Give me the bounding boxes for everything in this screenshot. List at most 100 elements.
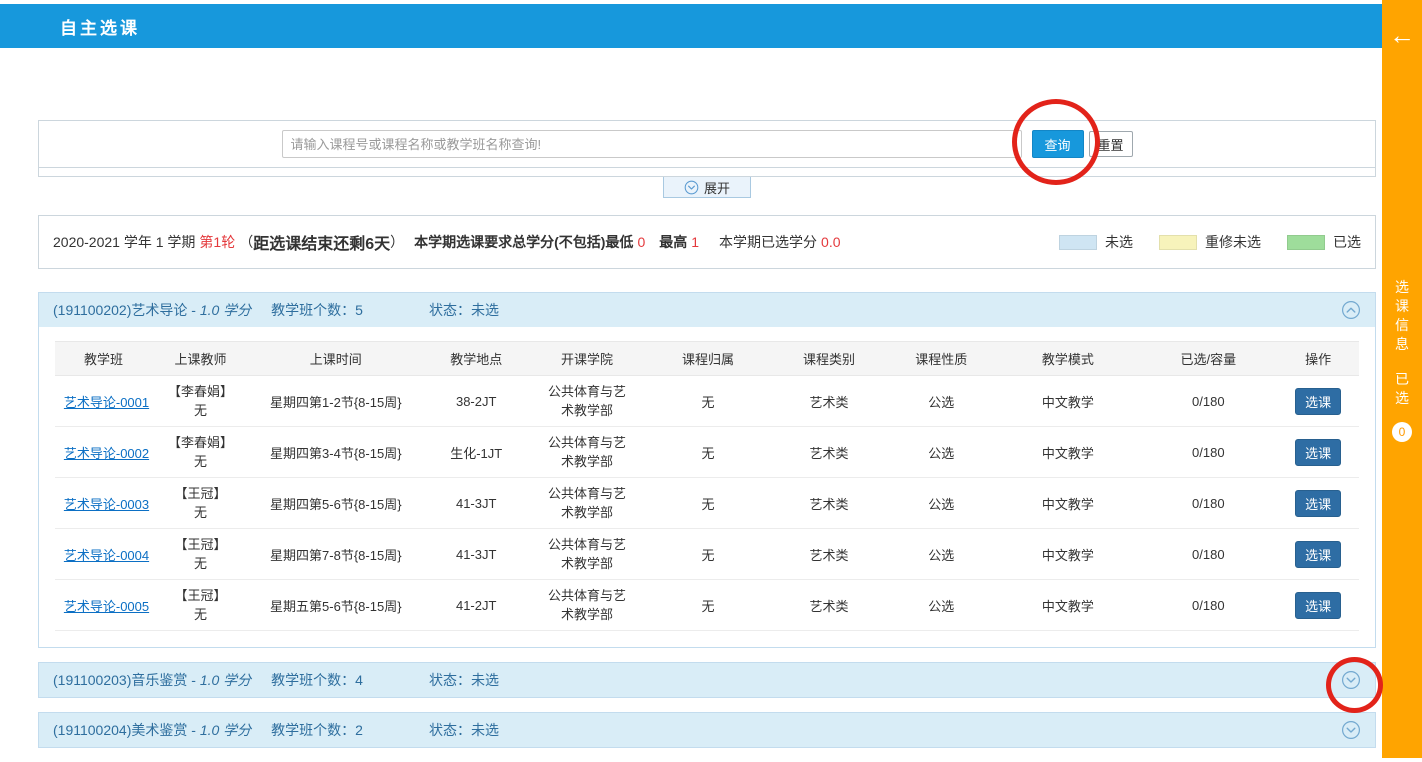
legend-item: 未选 xyxy=(1059,232,1133,252)
course-header-bar[interactable]: (191100204)美术鉴赏 - 1.0 学分教学班个数：2 状态：未选 xyxy=(39,713,1375,747)
sidebar-tab-course-info[interactable]: 选课信息 xyxy=(1394,278,1410,354)
column-header: 课程性质 xyxy=(886,342,996,376)
column-header: 上课时间 xyxy=(249,342,423,376)
select-course-button[interactable]: 选课 xyxy=(1295,541,1341,568)
app-header: 自主选课 xyxy=(0,4,1382,48)
course-header-bar[interactable]: (191100203)音乐鉴赏 - 1.0 学分教学班个数：4状态：未选 xyxy=(39,663,1375,697)
table-cell: 公选 xyxy=(886,478,996,529)
table-cell: 公共体育与艺 术教学部 xyxy=(530,580,644,631)
table-cell: 无 xyxy=(644,427,772,478)
action-cell: 选课 xyxy=(1277,580,1359,631)
select-course-button[interactable]: 选课 xyxy=(1295,592,1341,619)
class-name-cell: 艺术导论-0004 xyxy=(55,529,152,580)
earned-credit-value: 0.0 xyxy=(821,234,840,250)
table-cell: 公共体育与艺 术教学部 xyxy=(530,478,644,529)
select-course-button[interactable]: 选课 xyxy=(1295,490,1341,517)
select-course-button[interactable]: 选课 xyxy=(1295,439,1341,466)
select-course-button[interactable]: 选课 xyxy=(1295,388,1341,415)
class-link[interactable]: 艺术导论-0002 xyxy=(64,446,149,461)
course-card: (191100202)艺术导论 - 1.0 学分教学班个数：5状态：未选教学班上… xyxy=(38,292,1376,648)
course-header-bar[interactable]: (191100202)艺术导论 - 1.0 学分教学班个数：5状态：未选 xyxy=(39,293,1375,327)
course-card: (191100204)美术鉴赏 - 1.0 学分教学班个数：2 状态：未选 xyxy=(38,712,1376,748)
table-cell: 0/180 xyxy=(1139,478,1277,529)
table-cell: 公共体育与艺 术教学部 xyxy=(530,529,644,580)
table-cell: 41-3JT xyxy=(423,529,530,580)
collapse-toggle[interactable] xyxy=(1341,300,1361,320)
legend-item: 已选 xyxy=(1287,232,1361,252)
round-text: 第1轮 xyxy=(199,232,235,252)
right-sidebar: ← 选课信息 已选 0 xyxy=(1382,0,1422,758)
table-cell: 41-2JT xyxy=(423,580,530,631)
legend-swatch xyxy=(1287,235,1325,250)
legend-label: 未选 xyxy=(1105,232,1133,252)
table-cell: 公共体育与艺 术教学部 xyxy=(530,427,644,478)
table-header-row: 教学班上课教师上课时间教学地点开课学院课程归属课程类别课程性质教学模式已选/容量… xyxy=(55,342,1359,376)
countdown-paren-close: ） xyxy=(390,232,404,252)
legend-swatch xyxy=(1059,235,1097,250)
column-header: 课程类别 xyxy=(772,342,886,376)
table-cell: 0/180 xyxy=(1139,529,1277,580)
class-row: 艺术导论-0003【王冠】 无星期四第5-6节{8-15周}41-3JT公共体育… xyxy=(55,478,1359,529)
course-status: 状态：未选 xyxy=(429,720,499,740)
class-link[interactable]: 艺术导论-0003 xyxy=(64,497,149,512)
course-class-count: 教学班个数：2 xyxy=(271,720,363,740)
course-title: (191100202)艺术导论 - xyxy=(53,300,200,320)
table-cell: 【李春娟】 无 xyxy=(152,427,249,478)
table-cell: 无 xyxy=(644,376,772,427)
table-cell: 中文教学 xyxy=(996,478,1139,529)
table-cell: 【王冠】 无 xyxy=(152,580,249,631)
class-name-cell: 艺术导论-0002 xyxy=(55,427,152,478)
table-cell: 星期四第7-8节{8-15周} xyxy=(249,529,423,580)
class-row: 艺术导论-0001【李春娟】 无星期四第1-2节{8-15周}38-2JT公共体… xyxy=(55,376,1359,427)
sidebar-tab-selected[interactable]: 已选 xyxy=(1394,370,1410,408)
column-header: 教学班 xyxy=(55,342,152,376)
table-cell: 中文教学 xyxy=(996,580,1139,631)
course-credit: 1.0 学分 xyxy=(200,720,251,740)
collapse-toggle[interactable] xyxy=(1341,670,1361,690)
collapse-toggle[interactable] xyxy=(1341,720,1361,740)
table-cell: 【王冠】 无 xyxy=(152,529,249,580)
column-header: 已选/容量 xyxy=(1139,342,1277,376)
main-content: 查询 重置 展开 2020-2021 学年 1 学期 第1轮 （ 距选课结束还剩… xyxy=(0,48,1382,758)
class-link[interactable]: 艺术导论-0001 xyxy=(64,395,149,410)
reset-button[interactable]: 重置 xyxy=(1089,131,1133,157)
table-cell: 公选 xyxy=(886,376,996,427)
chevron-down-icon xyxy=(684,180,699,195)
legend-swatch xyxy=(1159,235,1197,250)
page-title: 自主选课 xyxy=(60,14,140,39)
chevron-down-icon xyxy=(1341,720,1361,740)
course-title: (191100204)美术鉴赏 - xyxy=(53,720,200,740)
table-cell: 41-3JT xyxy=(423,478,530,529)
column-header: 操作 xyxy=(1277,342,1359,376)
class-link[interactable]: 艺术导论-0004 xyxy=(64,548,149,563)
column-header: 上课教师 xyxy=(152,342,249,376)
course-table: 教学班上课教师上课时间教学地点开课学院课程归属课程类别课程性质教学模式已选/容量… xyxy=(55,341,1359,631)
table-cell: 【李春娟】 无 xyxy=(152,376,249,427)
action-cell: 选课 xyxy=(1277,529,1359,580)
table-cell: 中文教学 xyxy=(996,376,1139,427)
term-text: 2020-2021 学年 1 学期 xyxy=(53,232,195,252)
query-button[interactable]: 查询 xyxy=(1032,130,1084,158)
search-input[interactable] xyxy=(282,130,1022,158)
countdown-text: 距选课结束还剩6天 xyxy=(253,230,390,254)
course-card: (191100203)音乐鉴赏 - 1.0 学分教学班个数：4状态：未选 xyxy=(38,662,1376,698)
class-link[interactable]: 艺术导论-0005 xyxy=(64,599,149,614)
table-cell: 生化-1JT xyxy=(423,427,530,478)
max-credit-label: 最高 xyxy=(659,232,687,252)
class-name-cell: 艺术导论-0001 xyxy=(55,376,152,427)
selection-info-bar: 2020-2021 学年 1 学期 第1轮 （ 距选课结束还剩6天 ） 本学期选… xyxy=(38,215,1376,269)
legend-label: 重修未选 xyxy=(1205,232,1261,252)
countdown-paren-open: （ xyxy=(239,232,253,252)
course-list: (191100202)艺术导论 - 1.0 学分教学班个数：5状态：未选教学班上… xyxy=(38,292,1376,762)
action-cell: 选课 xyxy=(1277,478,1359,529)
course-table-wrap: 教学班上课教师上课时间教学地点开课学院课程归属课程类别课程性质教学模式已选/容量… xyxy=(39,327,1375,647)
table-cell: 星期四第5-6节{8-15周} xyxy=(249,478,423,529)
course-credit: 1.0 学分 xyxy=(200,670,251,690)
column-header: 课程归属 xyxy=(644,342,772,376)
table-cell: 中文教学 xyxy=(996,427,1139,478)
collapse-sidebar-arrow-icon[interactable]: ← xyxy=(1382,22,1422,48)
course-status: 状态：未选 xyxy=(429,300,499,320)
max-credit-value: 1 xyxy=(691,234,699,250)
expand-toggle[interactable]: 展开 xyxy=(663,177,751,198)
search-panel: 查询 重置 展开 xyxy=(38,120,1376,198)
